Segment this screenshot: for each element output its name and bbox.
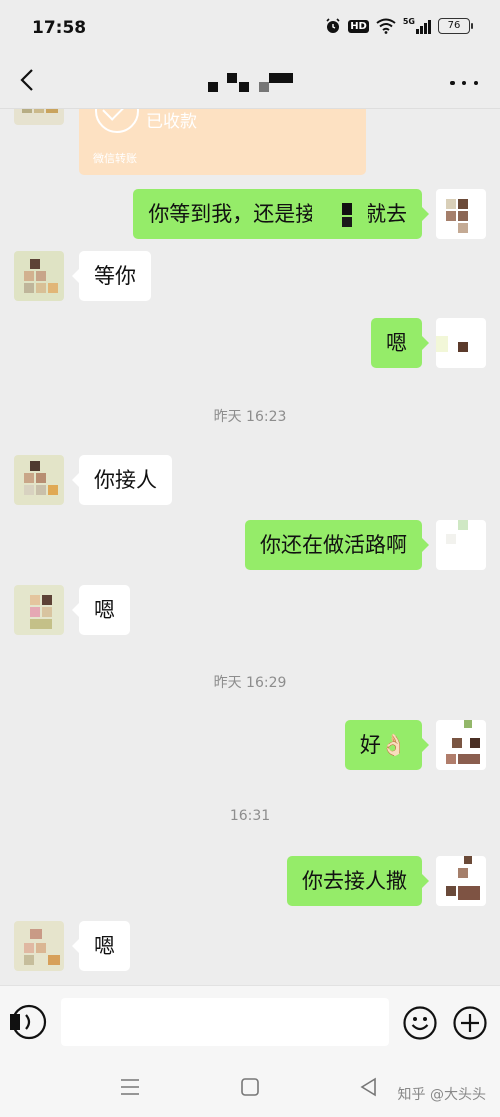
- message-bubble-received[interactable]: 嗯: [72, 921, 130, 971]
- system-navigation-bar: 知乎 @大头头: [0, 1056, 500, 1117]
- contact-avatar[interactable]: [14, 921, 64, 971]
- wifi-icon: [376, 18, 396, 34]
- message-bubble-received[interactable]: 你接人: [72, 455, 172, 505]
- transfer-footer: 微信转账: [93, 152, 137, 165]
- transfer-status: 已收款: [146, 112, 197, 132]
- alarm-icon: [326, 18, 340, 33]
- status-icons: HD 5G 76: [325, 18, 473, 34]
- message-bubble-sent[interactable]: 你还在做活路啊: [245, 520, 429, 570]
- plus-icon[interactable]: [452, 1005, 488, 1041]
- contact-avatar[interactable]: [14, 251, 64, 301]
- transfer-card[interactable]: 已收款 微信转账: [79, 109, 366, 175]
- message-bubble-sent[interactable]: 嗯: [371, 318, 429, 368]
- contact-avatar[interactable]: [14, 109, 64, 125]
- check-circle-icon: [95, 109, 139, 133]
- redaction-block: [312, 189, 368, 239]
- message-list[interactable]: 已收款 微信转账 你等到我，还是接了李 就去 等你 嗯 昨天 16:23 你接人…: [0, 109, 500, 985]
- contact-avatar[interactable]: [14, 455, 64, 505]
- battery-indicator: 76: [438, 18, 473, 34]
- message-input[interactable]: [61, 998, 389, 1046]
- status-time: 17:58: [32, 18, 87, 38]
- back-triangle-icon[interactable]: [357, 1076, 381, 1098]
- my-avatar[interactable]: [436, 189, 486, 239]
- hd-icon: HD: [348, 19, 369, 33]
- contact-avatar[interactable]: [14, 585, 64, 635]
- my-avatar[interactable]: [436, 318, 486, 368]
- menu-icon[interactable]: [118, 1076, 142, 1098]
- my-avatar[interactable]: [436, 520, 486, 570]
- more-options-button[interactable]: [450, 78, 478, 88]
- my-avatar[interactable]: [436, 856, 486, 906]
- signal-icon: 5G: [403, 18, 431, 34]
- back-arrow-icon[interactable]: [14, 66, 42, 94]
- status-bar: 17:58 HD 5G 76: [0, 0, 500, 56]
- message-bubble-received[interactable]: 嗯: [72, 585, 130, 635]
- timestamp: 昨天 16:29: [213, 675, 287, 691]
- message-bubble-received[interactable]: 等你: [72, 251, 151, 301]
- message-bubble-sent[interactable]: 好👌🏻: [344, 720, 430, 770]
- home-icon[interactable]: [238, 1076, 262, 1098]
- input-toolbar: [0, 985, 500, 1056]
- timestamp: 16:31: [229, 808, 271, 824]
- emoji-icon[interactable]: [402, 1005, 438, 1041]
- chat-title-mosaic: [208, 73, 293, 92]
- timestamp: 昨天 16:23: [213, 409, 287, 425]
- watermark: 知乎 @大头头: [397, 1087, 486, 1103]
- voice-input-icon[interactable]: [10, 1003, 48, 1041]
- my-avatar[interactable]: [436, 720, 486, 770]
- message-bubble-sent[interactable]: 你去接人撒: [287, 856, 429, 906]
- message-bubble-sent[interactable]: 你等到我，还是接了李 就去: [133, 189, 429, 239]
